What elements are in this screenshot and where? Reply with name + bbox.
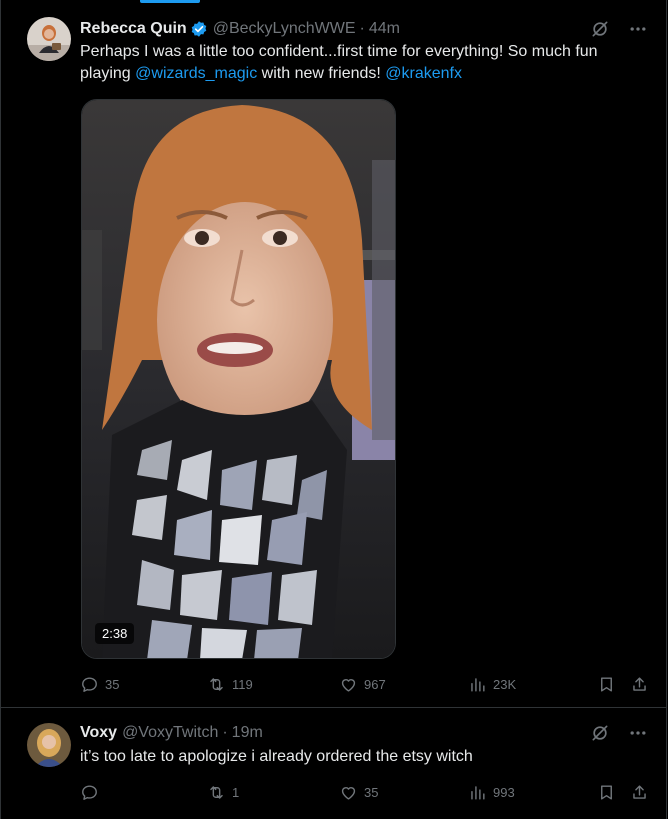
views-icon bbox=[471, 677, 485, 692]
avatar[interactable] bbox=[27, 723, 71, 767]
separator: · bbox=[359, 20, 365, 37]
reply-icon bbox=[82, 676, 97, 692]
view-count: 23K bbox=[493, 676, 517, 692]
more-icon[interactable] bbox=[628, 723, 648, 743]
video-duration: 2:38 bbox=[95, 623, 135, 644]
views-icon bbox=[471, 785, 485, 800]
like-count: 967 bbox=[364, 676, 386, 692]
repost-icon bbox=[210, 677, 223, 691]
like-icon bbox=[341, 678, 356, 692]
share-button[interactable] bbox=[630, 781, 649, 803]
tweet[interactable]: Rebecca Quin @BeckyLynchWWE · 44m Perhap… bbox=[1, 0, 666, 708]
tweet-text-part: with new friends! bbox=[257, 65, 386, 82]
video-player[interactable]: 2:38 bbox=[81, 99, 396, 659]
like-count: 35 bbox=[364, 784, 379, 800]
views-button[interactable]: 23K bbox=[468, 673, 516, 695]
column-border-right bbox=[666, 0, 667, 819]
grok-icon[interactable] bbox=[590, 19, 610, 39]
tweet[interactable]: Voxy @VoxyTwitch · 19m it’s too late to … bbox=[1, 709, 666, 819]
video-thumbnail bbox=[82, 100, 395, 658]
reply-button[interactable] bbox=[80, 781, 105, 803]
tweet-text: Perhaps I was a little too confident...f… bbox=[80, 41, 650, 85]
display-name[interactable]: Voxy bbox=[80, 724, 117, 742]
reply-button[interactable]: 35 bbox=[80, 673, 119, 695]
views-button[interactable]: 993 bbox=[468, 781, 515, 803]
timestamp[interactable]: 44m bbox=[369, 20, 400, 38]
action-bar: 1 35 993 bbox=[80, 781, 655, 803]
view-count: 993 bbox=[493, 784, 515, 800]
share-button[interactable] bbox=[630, 673, 649, 695]
display-name[interactable]: Rebecca Quin bbox=[80, 20, 187, 38]
bookmark-button[interactable] bbox=[597, 673, 616, 695]
repost-count: 1 bbox=[232, 784, 240, 800]
more-icon[interactable] bbox=[628, 19, 648, 39]
avatar[interactable] bbox=[27, 17, 71, 61]
separator: · bbox=[222, 724, 228, 741]
like-icon bbox=[341, 786, 356, 800]
bookmark-icon bbox=[601, 784, 612, 800]
user-handle[interactable]: @VoxyTwitch bbox=[122, 724, 218, 742]
verified-badge-icon bbox=[191, 21, 206, 37]
like-button[interactable]: 35 bbox=[339, 781, 378, 803]
tweet-text: it’s too late to apologize i already ord… bbox=[80, 748, 473, 765]
tweet-header: Voxy @VoxyTwitch · 19m bbox=[80, 723, 263, 743]
grok-icon[interactable] bbox=[590, 723, 610, 743]
share-icon bbox=[633, 784, 646, 799]
bookmark-icon bbox=[601, 676, 612, 692]
repost-button[interactable]: 1 bbox=[207, 781, 239, 803]
share-icon bbox=[633, 676, 646, 691]
mention-link[interactable]: @krakenfx bbox=[385, 65, 462, 82]
mention-link[interactable]: @wizards_magic bbox=[135, 65, 257, 82]
tweet-header: Rebecca Quin @BeckyLynchWWE · 44m bbox=[80, 19, 400, 39]
timestamp[interactable]: 19m bbox=[232, 724, 263, 742]
repost-button[interactable]: 119 bbox=[207, 673, 253, 695]
reply-icon bbox=[82, 784, 97, 800]
repost-icon bbox=[210, 785, 223, 799]
repost-count: 119 bbox=[232, 676, 253, 692]
like-button[interactable]: 967 bbox=[339, 673, 386, 695]
bookmark-button[interactable] bbox=[597, 781, 616, 803]
action-bar: 35 119 967 23K bbox=[80, 673, 655, 695]
reply-count: 35 bbox=[105, 676, 120, 692]
user-handle[interactable]: @BeckyLynchWWE bbox=[213, 20, 356, 38]
